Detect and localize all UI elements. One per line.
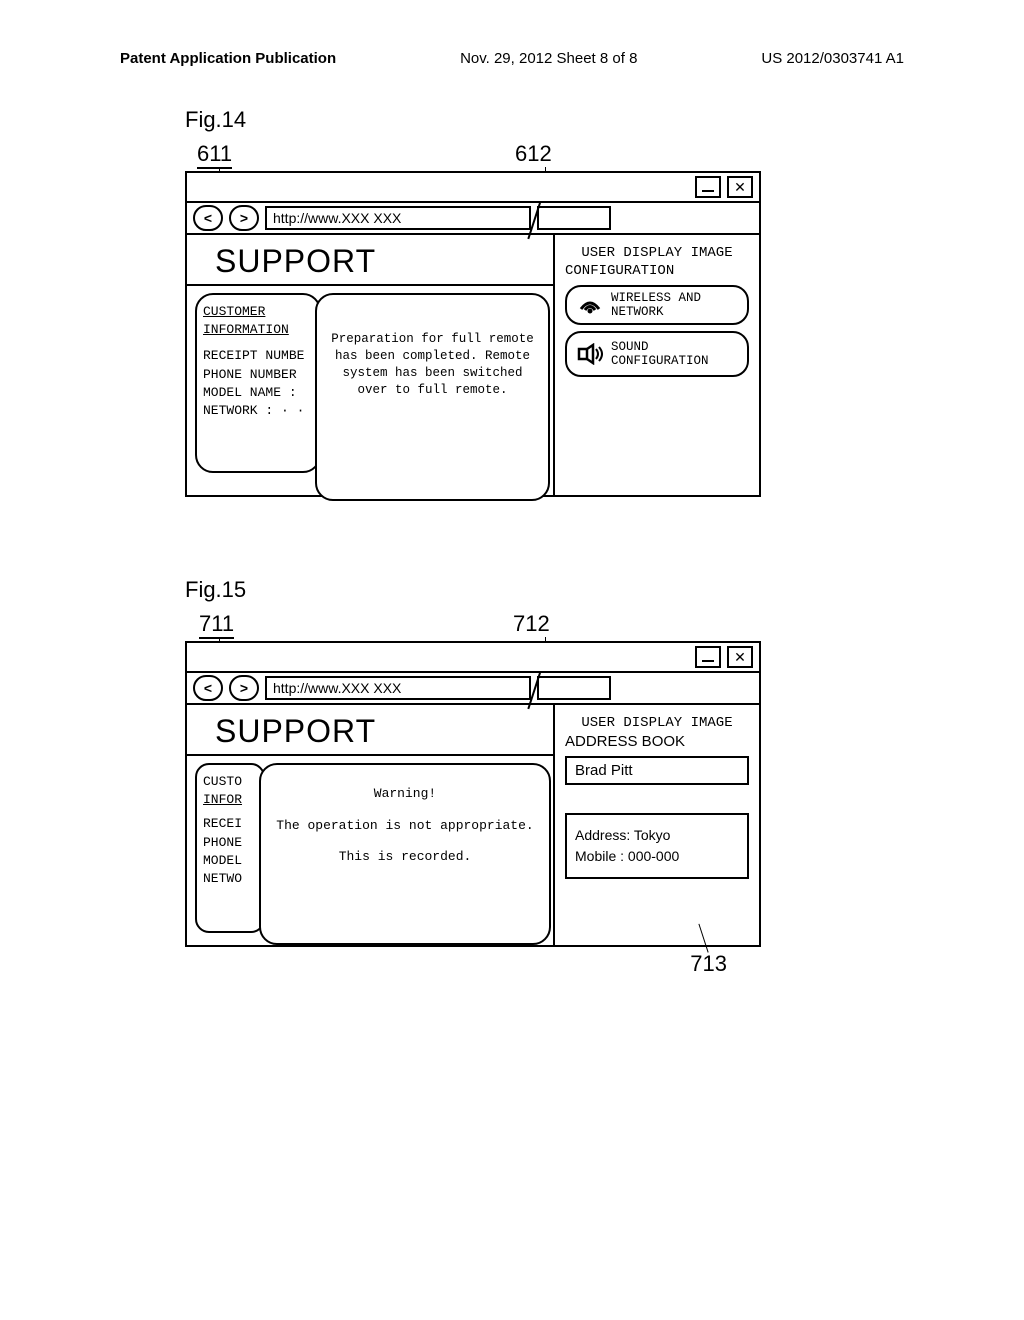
contact-name[interactable]: Brad Pitt bbox=[565, 756, 749, 785]
network-label: NETWO bbox=[203, 870, 257, 888]
receipt-label: RECEIPT NUMBE bbox=[203, 347, 313, 365]
customer-info-panel: CUSTOMER INFORMATION RECEIPT NUMBE PHONE… bbox=[195, 293, 321, 473]
support-pane: SUPPORT CUSTOMER INFORMATION RECEIPT NUM… bbox=[187, 235, 555, 495]
wifi-icon bbox=[577, 292, 603, 318]
minimize-button[interactable] bbox=[695, 646, 721, 668]
url-input[interactable]: http://www.XXX XXX bbox=[265, 676, 531, 700]
device-pane: USER DISPLAY IMAGE CONFIGURATION WIRELES… bbox=[555, 235, 759, 495]
contact-mobile: Mobile : 000-000 bbox=[575, 846, 739, 867]
warning-title: Warning! bbox=[269, 785, 541, 803]
wireless-label: WIRELESS AND NETWORK bbox=[611, 291, 737, 319]
back-button[interactable]: < bbox=[193, 675, 223, 701]
device-pane: USER DISPLAY IMAGE ADDRESS BOOK Brad Pit… bbox=[555, 705, 759, 945]
phone-label: PHONE bbox=[203, 834, 257, 852]
header-right: US 2012/0303741 A1 bbox=[761, 50, 904, 67]
network-label: NETWORK : · · bbox=[203, 402, 313, 420]
warning-line-2: This is recorded. bbox=[269, 848, 541, 866]
receipt-label: RECEI bbox=[203, 815, 257, 833]
minimize-button[interactable] bbox=[695, 176, 721, 198]
close-button[interactable]: ✕ bbox=[727, 646, 753, 668]
customer-title-1: CUSTO bbox=[203, 773, 257, 791]
url-extra-input[interactable] bbox=[537, 206, 611, 230]
header-center: Nov. 29, 2012 Sheet 8 of 8 bbox=[460, 50, 637, 67]
addressbook-title: ADDRESS BOOK bbox=[565, 733, 749, 750]
fig14-label: Fig.14 bbox=[185, 107, 1024, 133]
customer-title-2: INFOR bbox=[203, 791, 257, 809]
browser-window-15: ✕ < > http://www.XXX XXX SUPPORT CUSTO I… bbox=[185, 641, 761, 947]
leader-icon bbox=[203, 637, 219, 639]
device-subtitle: CONFIGURATION bbox=[565, 263, 749, 279]
address-bar: < > http://www.XXX XXX bbox=[187, 673, 759, 705]
leader-icon bbox=[203, 167, 219, 169]
titlebar: ✕ bbox=[187, 173, 759, 203]
callout-612: 612 bbox=[515, 141, 552, 167]
support-title: SUPPORT bbox=[215, 713, 545, 750]
callout-712: 712 bbox=[513, 611, 550, 637]
sound-label: SOUNDCONFIGURATION bbox=[611, 340, 709, 368]
message-panel: Preparation for full remote has been com… bbox=[315, 293, 550, 501]
back-button[interactable]: < bbox=[193, 205, 223, 231]
customer-title: CUSTOMER INFORMATION bbox=[203, 303, 313, 339]
url-input[interactable]: http://www.XXX XXX bbox=[265, 206, 531, 230]
fig15-label: Fig.15 bbox=[185, 577, 1024, 603]
forward-button[interactable]: > bbox=[229, 205, 259, 231]
forward-button[interactable]: > bbox=[229, 675, 259, 701]
close-button[interactable]: ✕ bbox=[727, 176, 753, 198]
header-left: Patent Application Publication bbox=[120, 50, 336, 67]
device-title: USER DISPLAY IMAGE bbox=[565, 245, 749, 261]
callout-611: 611 bbox=[197, 141, 232, 169]
model-label: MODEL bbox=[203, 852, 257, 870]
sound-item[interactable]: SOUNDCONFIGURATION bbox=[565, 331, 749, 377]
contact-detail: Address: Tokyo Mobile : 000-000 bbox=[565, 813, 749, 879]
url-extra-input[interactable] bbox=[537, 676, 611, 700]
warning-panel: Warning! The operation is not appropriat… bbox=[259, 763, 551, 945]
device-title: USER DISPLAY IMAGE bbox=[565, 715, 749, 731]
support-pane: SUPPORT CUSTO INFOR RECEI PHONE MODEL NE… bbox=[187, 705, 555, 945]
warning-line-1: The operation is not appropriate. bbox=[269, 817, 541, 835]
address-bar: < > http://www.XXX XXX bbox=[187, 203, 759, 235]
titlebar: ✕ bbox=[187, 643, 759, 673]
callout-711: 711 bbox=[199, 611, 234, 639]
support-title: SUPPORT bbox=[215, 243, 545, 280]
contact-address: Address: Tokyo bbox=[575, 825, 739, 846]
phone-label: PHONE NUMBER bbox=[203, 366, 313, 384]
customer-info-panel: CUSTO INFOR RECEI PHONE MODEL NETWO bbox=[195, 763, 265, 933]
speaker-icon bbox=[577, 341, 603, 367]
model-label: MODEL NAME : bbox=[203, 384, 313, 402]
wireless-item[interactable]: WIRELESS AND NETWORK bbox=[565, 285, 749, 325]
browser-window-14: ✕ < > http://www.XXX XXX SUPPORT CUSTOME… bbox=[185, 171, 761, 497]
callout-713: 713 bbox=[690, 951, 727, 977]
